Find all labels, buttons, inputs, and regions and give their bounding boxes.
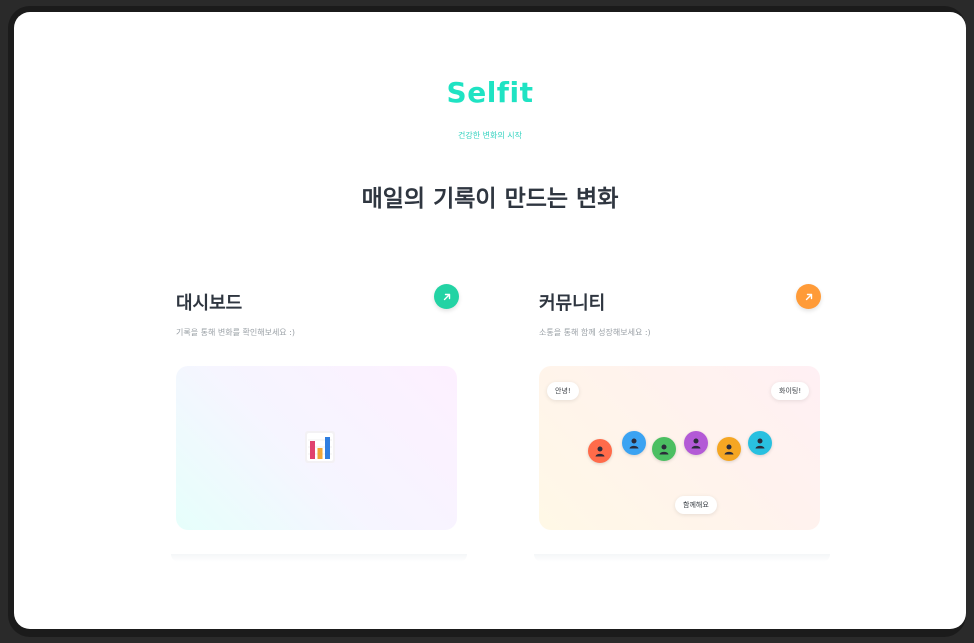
dashboard-preview — [176, 366, 457, 530]
brand-logo[interactable]: Selfit — [14, 76, 966, 109]
brand-tagline: 건강한 변화의 시작 — [458, 131, 522, 140]
chat-bubble-together: 함께해요 — [675, 496, 717, 514]
user-icon — [595, 446, 605, 457]
dashboard-card[interactable]: 대시보드 기록을 통해 변화를 확인해보세요 :) — [171, 271, 467, 562]
user-avatar — [588, 439, 612, 463]
community-preview: 안녕! 화이팅! 함께해요 — [539, 366, 820, 530]
bar-chart-icon — [305, 431, 335, 463]
user-icon — [724, 444, 734, 455]
card-divider — [534, 554, 830, 562]
user-avatar — [684, 431, 708, 455]
community-card-description: 소통을 통해 함께 성장해보세요 :) — [539, 328, 651, 337]
app-screen: Selfit 건강한 변화의 시작 매일의 기록이 만드는 변화 대시보드 기록… — [14, 12, 966, 629]
user-avatar — [622, 431, 646, 455]
user-avatar — [748, 431, 772, 455]
user-avatar — [652, 437, 676, 461]
dashboard-card-title: 대시보드 — [176, 293, 243, 314]
chat-bubble-hello: 안녕! — [547, 382, 579, 400]
arrow-up-right-icon — [443, 293, 450, 300]
user-icon — [755, 438, 765, 449]
chat-bubble-cheer: 화이팅! — [771, 382, 810, 400]
user-avatar — [717, 437, 741, 461]
community-open-button[interactable] — [796, 284, 821, 309]
user-icon — [629, 438, 639, 449]
dashboard-open-button[interactable] — [434, 284, 459, 309]
user-icon — [691, 438, 701, 449]
arrow-up-right-icon — [805, 293, 812, 300]
community-card-title: 커뮤니티 — [539, 293, 606, 314]
page-headline: 매일의 기록이 만드는 변화 — [361, 186, 619, 212]
card-divider — [171, 554, 467, 562]
user-icon — [659, 444, 669, 455]
dashboard-card-description: 기록을 통해 변화를 확인해보세요 :) — [176, 328, 296, 337]
community-card[interactable]: 커뮤니티 소통을 통해 함께 성장해보세요 :) 안녕! 화이팅! 함께해요 — [534, 271, 830, 562]
